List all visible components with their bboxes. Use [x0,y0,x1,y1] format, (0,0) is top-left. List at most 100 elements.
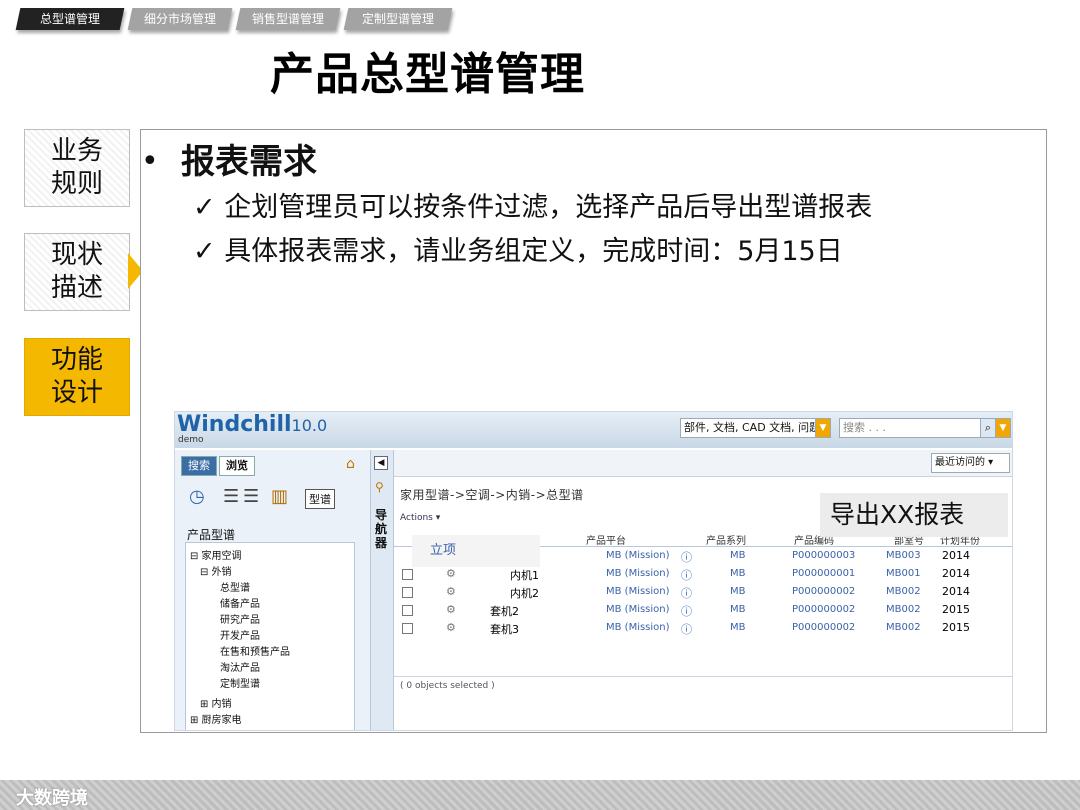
side-item-current-state[interactable]: 现状 描述 [24,233,130,311]
info-icon[interactable]: ⓘ [681,549,692,565]
search-scope-select[interactable]: 部件, 文档, CAD 文档, 问题报告 [680,418,825,438]
dept-cell: MB003 [886,550,921,561]
series-cell: MB [730,622,746,633]
clock-icon[interactable]: ◷ [189,486,205,507]
tab-label: 定制型谱管理 [361,12,434,26]
tree-node[interactable]: 储备产品 [220,595,260,610]
platform-cell: MB (Mission) [606,622,670,633]
side-item-label: 现状 [50,240,103,270]
info-icon[interactable]: ⓘ [681,567,692,583]
tree-node[interactable]: 定制型谱 [220,675,260,690]
tab-search[interactable]: 搜索 [181,456,217,476]
table-row[interactable]: ⚙ 内机1 MB (Mission) ⓘ MB P000000001 MB001… [394,565,1012,583]
row-checkbox[interactable] [402,569,413,580]
navigator-toolbar: ◷ ☰ ☰ ▥ 型谱 [183,486,363,512]
tab-segment-market[interactable]: 细分市场管理 [127,8,233,30]
section-heading: 报表需求 [181,142,317,182]
tab-label: 销售型谱管理 [251,12,324,26]
year-cell: 2014 [942,549,970,562]
gear-icon[interactable]: ⚙ [446,621,456,634]
name-cell[interactable]: 套机3 [490,621,519,637]
home-icon[interactable]: ⌂ [346,456,355,472]
main-panel: 最近访问的 ▾ 家用型谱->空调->内销->总型谱 Actions ▾ 产品平台… [394,450,1012,730]
info-icon[interactable]: ⓘ [681,603,692,619]
search-input[interactable]: 搜索 . . . [839,418,982,438]
code-cell: P000000002 [792,622,856,633]
list-icon[interactable]: ☰ [223,486,239,507]
tree-node[interactable]: ⊟ 外销 [200,563,232,578]
tree-node[interactable]: ⊞ 内销 [200,695,232,710]
windchill-screenshot: Windchill10.0 demo 部件, 文档, CAD 文档, 问题报告 … [174,411,1013,731]
tab-sales-spectrum[interactable]: 销售型谱管理 [235,8,341,30]
side-item-business-rules[interactable]: 业务 规则 [24,129,130,207]
series-cell: MB [730,550,746,561]
footer-bar: 大数跨境 [0,780,1080,810]
navigator-strip: ◀ ⚲ 导航器 [371,450,394,730]
product-tree: ⊟ 家用空调 ⊟ 外销 总型谱 储备产品 研究产品 开发产品 在售和预售产品 淘… [185,542,355,730]
table-row[interactable]: ⚙ 内机2 MB (Mission) ⓘ MB P000000002 MB002… [394,583,1012,601]
tree-node[interactable]: 在售和预售产品 [220,643,290,658]
library-icon[interactable]: ▥ [271,486,288,507]
windchill-logo: Windchill10.0 [177,412,328,437]
gear-icon[interactable]: ⚙ [446,585,456,598]
platform-cell: MB (Mission) [606,586,670,597]
tab-label: 总型谱管理 [39,12,100,26]
row-checkbox[interactable] [402,623,413,634]
list-icon[interactable]: ☰ [243,486,259,507]
tree-node[interactable]: 研究产品 [220,611,260,626]
column-header[interactable]: 产品平台 [586,532,626,547]
row-checkbox[interactable] [402,605,413,616]
page-title: 产品总型谱管理 [270,49,585,100]
navigator-label[interactable]: 导航器 [375,508,389,550]
spectrum-button[interactable]: 型谱 [305,489,335,509]
year-cell: 2015 [942,603,970,616]
recent-dropdown[interactable]: 最近访问的 ▾ [931,453,1010,473]
tab-browse[interactable]: 浏览 [219,456,255,476]
row-checkbox[interactable] [402,587,413,598]
info-icon[interactable]: ⓘ [681,585,692,601]
column-header[interactable]: 产品系列 [706,532,746,547]
context-menu-item[interactable]: 立项 [412,535,540,567]
side-item-label: 设计 [50,378,103,408]
tree-node[interactable]: ⊞ 厨房家电 [190,711,242,726]
table-row[interactable]: ⚙ 套机2 MB (Mission) ⓘ MB P000000002 MB002… [394,601,1012,619]
side-item-function-design[interactable]: 功能 设计 [24,338,130,416]
year-cell: 2014 [942,585,970,598]
platform-cell: MB (Mission) [606,550,670,561]
side-item-label: 业务 [50,136,103,166]
navigator-panel: 搜索 浏览 ⌂ ◷ ☰ ☰ ▥ 型谱 产品型谱 ⊟ 家用空调 ⊟ 外销 总型谱 … [175,450,371,730]
code-cell: P000000003 [792,550,856,561]
series-cell: MB [730,568,746,579]
collapse-icon[interactable]: ◀ [374,456,388,470]
tree-node[interactable]: 淘汰产品 [220,659,260,674]
actions-menu[interactable]: Actions ▾ [400,513,440,523]
year-cell: 2015 [942,621,970,634]
platform-cell: MB (Mission) [606,604,670,615]
search-icon[interactable]: ⌕ [980,418,996,438]
chevron-down-icon[interactable]: ▼ [815,418,831,438]
requirement-item: ✓ 具体报表需求，请业务组定义，完成时间：5月15日 [193,236,843,267]
chevron-down-icon[interactable]: ▼ [995,418,1011,438]
tree-node[interactable]: 开发产品 [220,627,260,642]
user-label: demo [178,435,204,445]
gear-icon[interactable]: ⚙ [446,603,456,616]
find-icon[interactable]: ⚲ [375,480,384,494]
table-row[interactable]: ⚙ 套机3 MB (Mission) ⓘ MB P000000002 MB002… [394,619,1012,637]
breadcrumb[interactable]: 家用型谱->空调->内销->总型谱 [400,486,584,503]
tab-label: 细分市场管理 [143,12,216,26]
tab-custom-spectrum[interactable]: 定制型谱管理 [343,8,453,30]
info-icon[interactable]: ⓘ [681,621,692,637]
name-cell[interactable]: 内机1 [510,567,539,583]
bullet-icon: • [141,144,159,179]
name-cell[interactable]: 内机2 [510,585,539,601]
tree-node[interactable]: 总型谱 [220,579,250,594]
series-cell: MB [730,586,746,597]
dept-cell: MB002 [886,604,921,615]
name-cell[interactable]: 套机2 [490,603,519,619]
tree-node[interactable]: ⊟ 家用空调 [190,547,242,562]
dept-cell: MB002 [886,586,921,597]
footer-brand: 大数跨境 [16,788,88,809]
tab-total-spectrum[interactable]: 总型谱管理 [15,8,125,30]
gear-icon[interactable]: ⚙ [446,567,456,580]
platform-cell: MB (Mission) [606,568,670,579]
